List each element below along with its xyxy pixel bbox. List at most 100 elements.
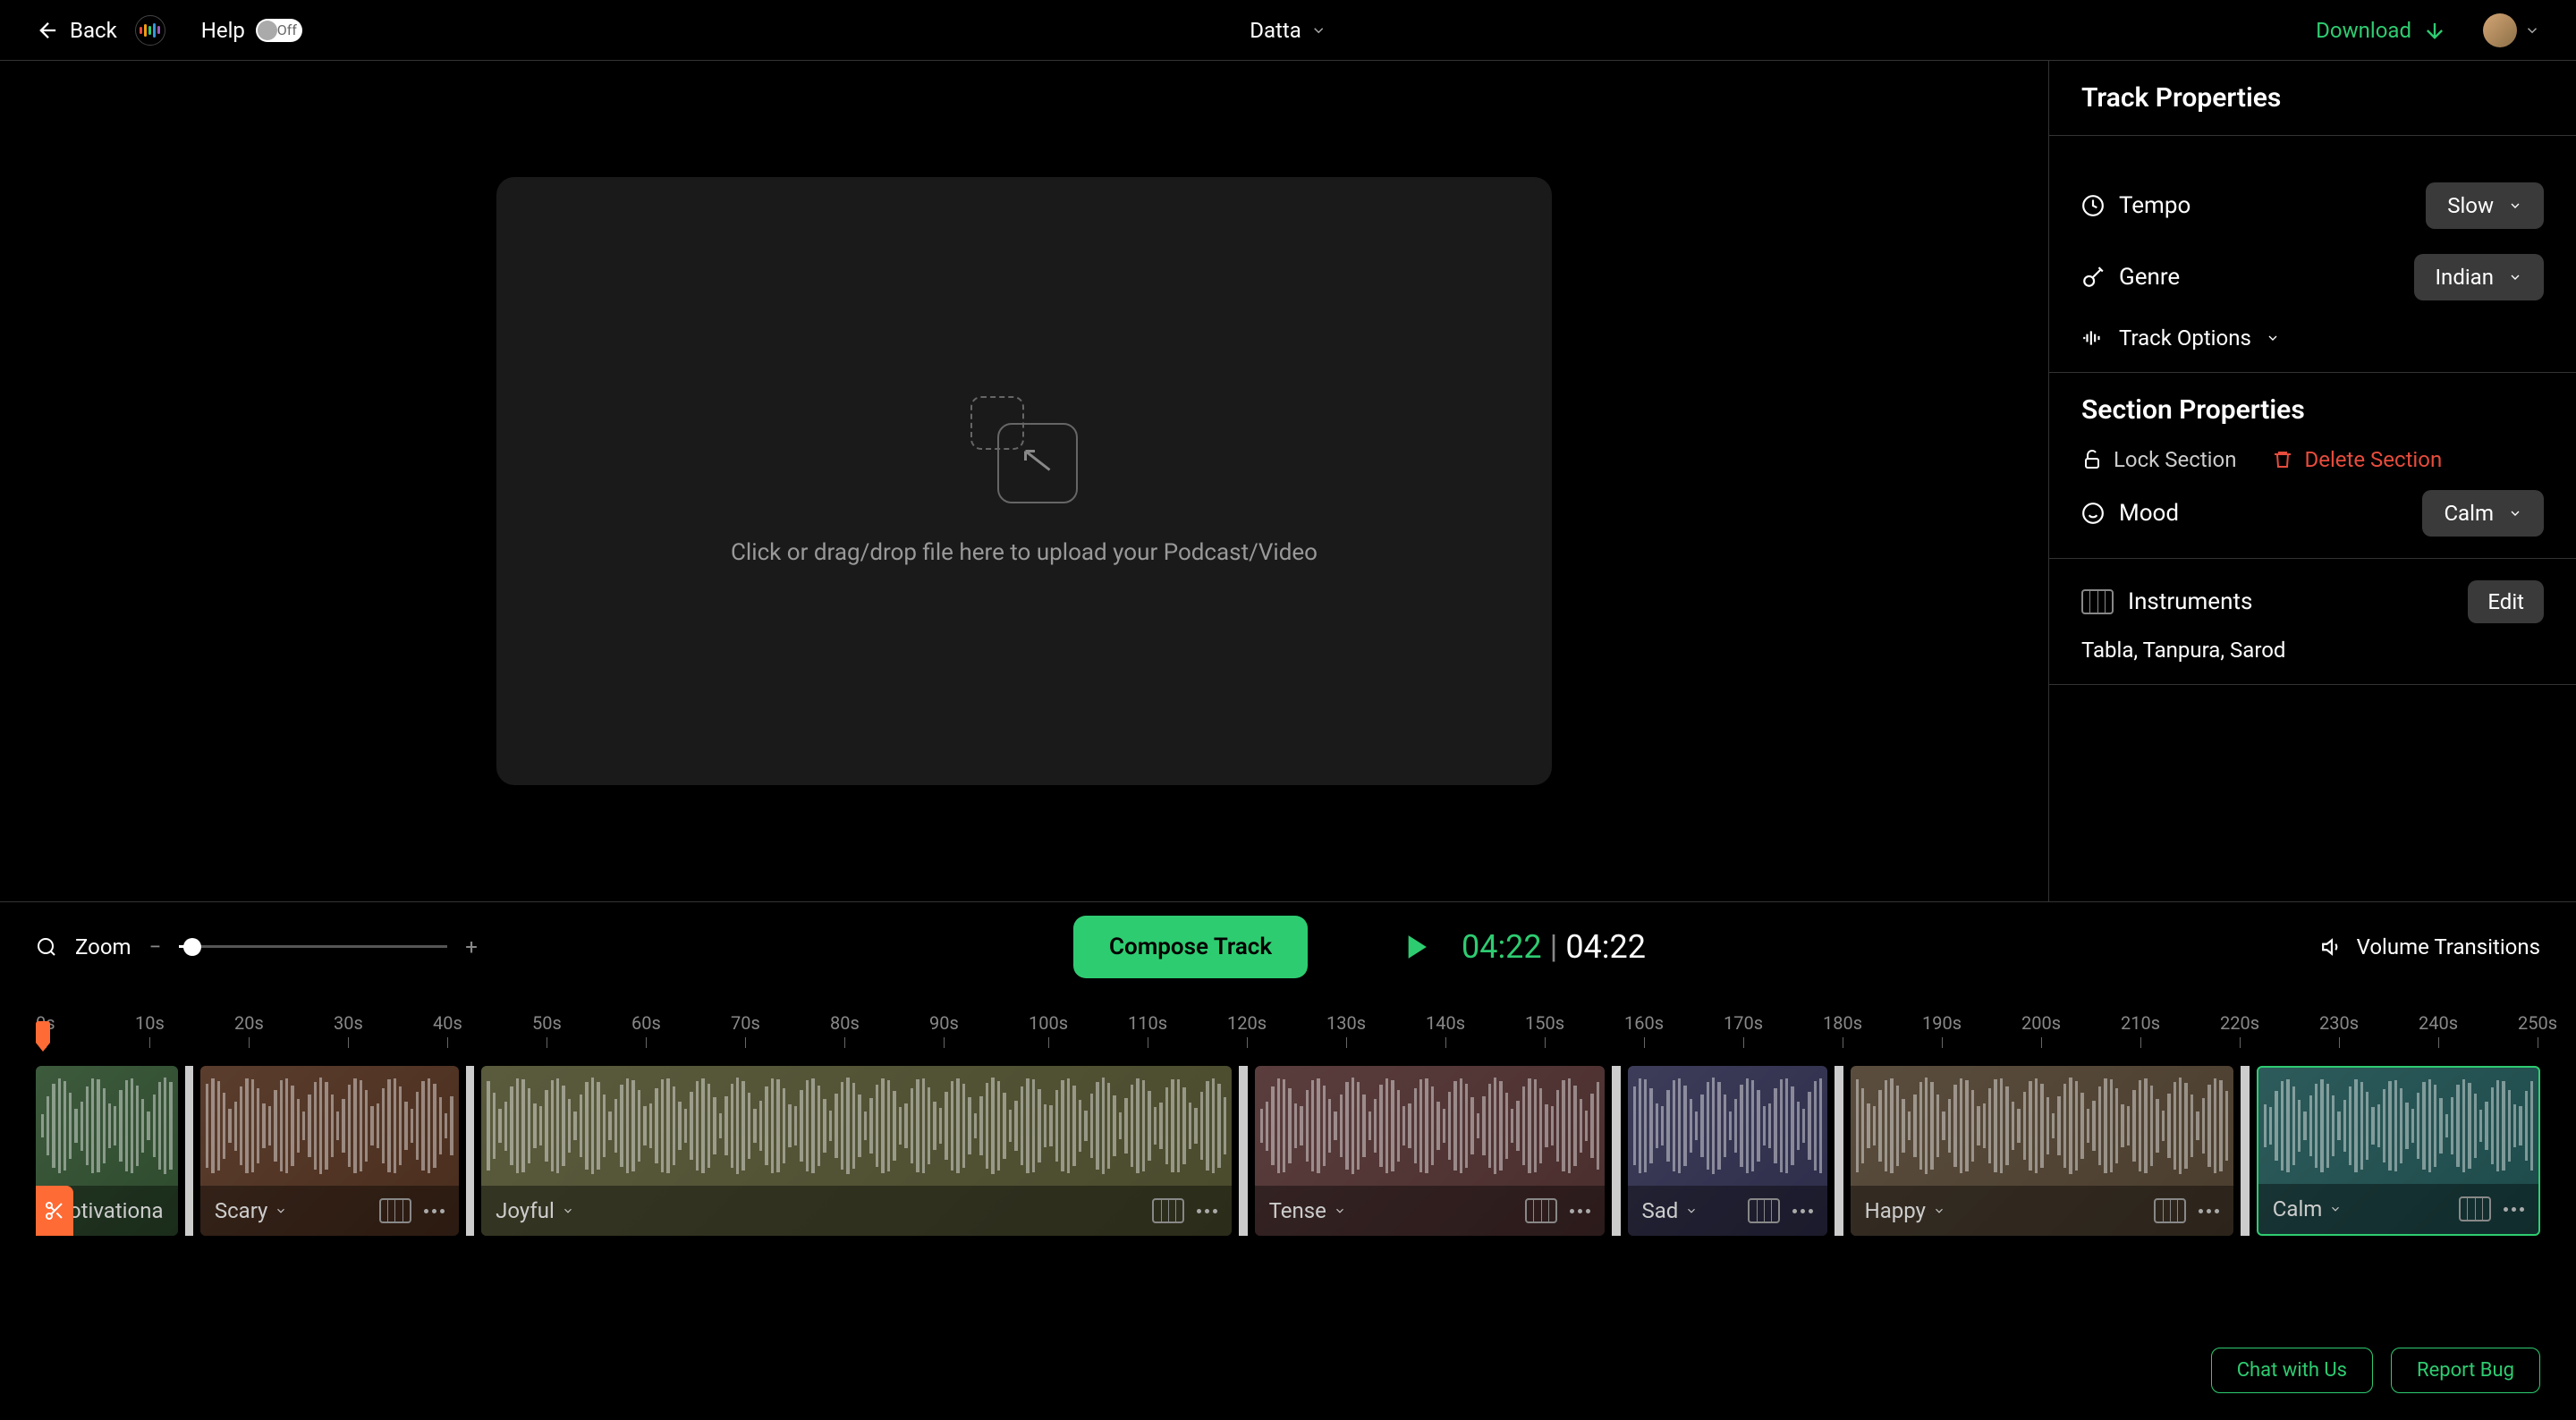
- section-resize-handle[interactable]: [185, 1066, 193, 1236]
- track-properties-body: Tempo Slow Genre Indian: [2049, 136, 2576, 373]
- ruler-tick: 190s: [1922, 1012, 1962, 1034]
- section-properties-title: Section Properties: [2081, 394, 2544, 426]
- search-icon: [36, 936, 57, 958]
- main-area: Click or drag/drop file here to upload y…: [0, 61, 2576, 901]
- zoom-minus[interactable]: −: [149, 934, 162, 959]
- chevron-down-icon[interactable]: [2524, 22, 2540, 38]
- more-icon[interactable]: [424, 1209, 445, 1213]
- delete-section-button[interactable]: Delete Section: [2272, 447, 2442, 472]
- ruler-tick: 30s: [334, 1012, 363, 1034]
- section-resize-handle[interactable]: [466, 1066, 474, 1236]
- preview-area: Click or drag/drop file here to upload y…: [0, 61, 2048, 901]
- time-separator: |: [1550, 928, 1566, 966]
- zoom-thumb[interactable]: [183, 938, 201, 956]
- ruler-tick: 120s: [1227, 1012, 1267, 1034]
- ruler-tick: 230s: [2319, 1012, 2359, 1034]
- user-avatar[interactable]: [2483, 13, 2517, 47]
- play-button[interactable]: [1395, 927, 1435, 967]
- piano-icon[interactable]: [1152, 1198, 1184, 1223]
- chat-button[interactable]: Chat with Us: [2211, 1348, 2373, 1393]
- track-mood-dropdown[interactable]: Happy: [1865, 1198, 2146, 1223]
- project-name-dropdown[interactable]: Datta: [1250, 18, 1326, 43]
- ruler-tick: 110s: [1128, 1012, 1167, 1034]
- track-options-button[interactable]: Track Options: [2081, 325, 2544, 351]
- piano-icon[interactable]: [1748, 1198, 1780, 1223]
- more-icon[interactable]: [1197, 1209, 1217, 1213]
- zoom-label: Zoom: [75, 934, 131, 959]
- app-logo[interactable]: [135, 15, 165, 46]
- upload-hint: Click or drag/drop file here to upload y…: [731, 539, 1318, 566]
- track-mood-dropdown[interactable]: Sad: [1642, 1198, 1740, 1223]
- zoom-plus[interactable]: +: [465, 934, 478, 959]
- track-section-footer: Scary: [200, 1186, 459, 1236]
- scissors-button[interactable]: [36, 1186, 73, 1236]
- section-resize-handle[interactable]: [1612, 1066, 1620, 1236]
- more-icon[interactable]: [2504, 1207, 2524, 1212]
- volume-transitions-label: Volume Transitions: [2357, 934, 2540, 959]
- app-header: Back Help Off Datta Download: [0, 0, 2576, 61]
- zoom-slider[interactable]: [179, 945, 447, 948]
- piano-icon[interactable]: [2459, 1196, 2491, 1221]
- track-mood-dropdown[interactable]: Calm: [2273, 1196, 2450, 1221]
- ruler-tick: 220s: [2220, 1012, 2259, 1034]
- section-resize-handle[interactable]: [1835, 1066, 1843, 1236]
- playback-group: 04:22 | 04:22: [1395, 927, 1646, 967]
- piano-icon[interactable]: [1525, 1198, 1557, 1223]
- tempo-value: Slow: [2447, 193, 2494, 218]
- piano-icon[interactable]: [2154, 1198, 2186, 1223]
- ruler-tick: 250s: [2518, 1012, 2557, 1034]
- ruler-tick: 70s: [731, 1012, 760, 1034]
- volume-transitions-button[interactable]: Volume Transitions: [2321, 934, 2540, 959]
- back-button[interactable]: Back: [36, 18, 117, 43]
- track-section[interactable]: Joyful: [481, 1066, 1232, 1236]
- more-icon[interactable]: [1570, 1209, 1590, 1213]
- ruler-tick: 100s: [1029, 1012, 1068, 1034]
- smile-icon: [2081, 502, 2105, 525]
- compose-track-button[interactable]: Compose Track: [1073, 916, 1308, 978]
- ruler-tick: 140s: [1426, 1012, 1465, 1034]
- track-section-icons: [1748, 1198, 1813, 1223]
- section-resize-handle[interactable]: [2241, 1066, 2249, 1236]
- timeline-ruler[interactable]: 0s10s20s30s40s50s60s70s80s90s100s110s120…: [36, 1012, 2540, 1066]
- track-mood-label-text: Happy: [1865, 1198, 1926, 1223]
- track-section[interactable]: Tense: [1255, 1066, 1606, 1236]
- delete-section-label: Delete Section: [2304, 447, 2442, 472]
- mood-value: Calm: [2444, 501, 2494, 526]
- mood-select[interactable]: Calm: [2422, 490, 2544, 537]
- track-mood-dropdown[interactable]: Tense: [1269, 1198, 1517, 1223]
- track-mood-dropdown[interactable]: Scary: [215, 1198, 370, 1223]
- section-resize-handle[interactable]: [1239, 1066, 1247, 1236]
- track-section[interactable]: Calm: [2257, 1066, 2540, 1236]
- report-bug-button[interactable]: Report Bug: [2391, 1348, 2540, 1393]
- edit-instruments-button[interactable]: Edit: [2468, 580, 2544, 623]
- download-icon: [2422, 18, 2447, 43]
- waveform: [200, 1066, 459, 1186]
- waveform: [1255, 1066, 1606, 1186]
- track-section[interactable]: Sad: [1628, 1066, 1828, 1236]
- piano-icon[interactable]: [379, 1198, 411, 1223]
- trash-icon: [2272, 449, 2293, 470]
- lock-section-button[interactable]: Lock Section: [2081, 447, 2236, 472]
- instruments-label: Instruments: [2128, 588, 2252, 615]
- track-mood-dropdown[interactable]: Joyful: [496, 1198, 1143, 1223]
- ruler-tick: 240s: [2419, 1012, 2458, 1034]
- genre-select[interactable]: Indian: [2414, 254, 2544, 300]
- ruler-tick: 160s: [1624, 1012, 1664, 1034]
- tempo-select[interactable]: Slow: [2426, 182, 2544, 229]
- more-icon[interactable]: [2199, 1209, 2219, 1213]
- track-section[interactable]: Happy: [1851, 1066, 2234, 1236]
- help-toggle[interactable]: Off: [256, 19, 302, 42]
- track-section[interactable]: Scary: [200, 1066, 459, 1236]
- track-section-footer: Calm: [2258, 1184, 2538, 1234]
- ruler-tick: 210s: [2121, 1012, 2160, 1034]
- track-section-icons: [1152, 1198, 1217, 1223]
- track-mood-label-text: Joyful: [496, 1198, 555, 1223]
- report-label: Report Bug: [2417, 1359, 2514, 1382]
- download-button[interactable]: Download: [2316, 18, 2447, 43]
- track-section-footer: Joyful: [481, 1186, 1232, 1236]
- upload-dropzone[interactable]: Click or drag/drop file here to upload y…: [496, 177, 1552, 785]
- playhead[interactable]: [36, 1021, 50, 1043]
- track-mood-label-text: Sad: [1642, 1198, 1679, 1223]
- more-icon[interactable]: [1792, 1209, 1813, 1213]
- timeline-controls: Zoom − + Compose Track 04:22 | 04:22 Vol…: [0, 901, 2576, 991]
